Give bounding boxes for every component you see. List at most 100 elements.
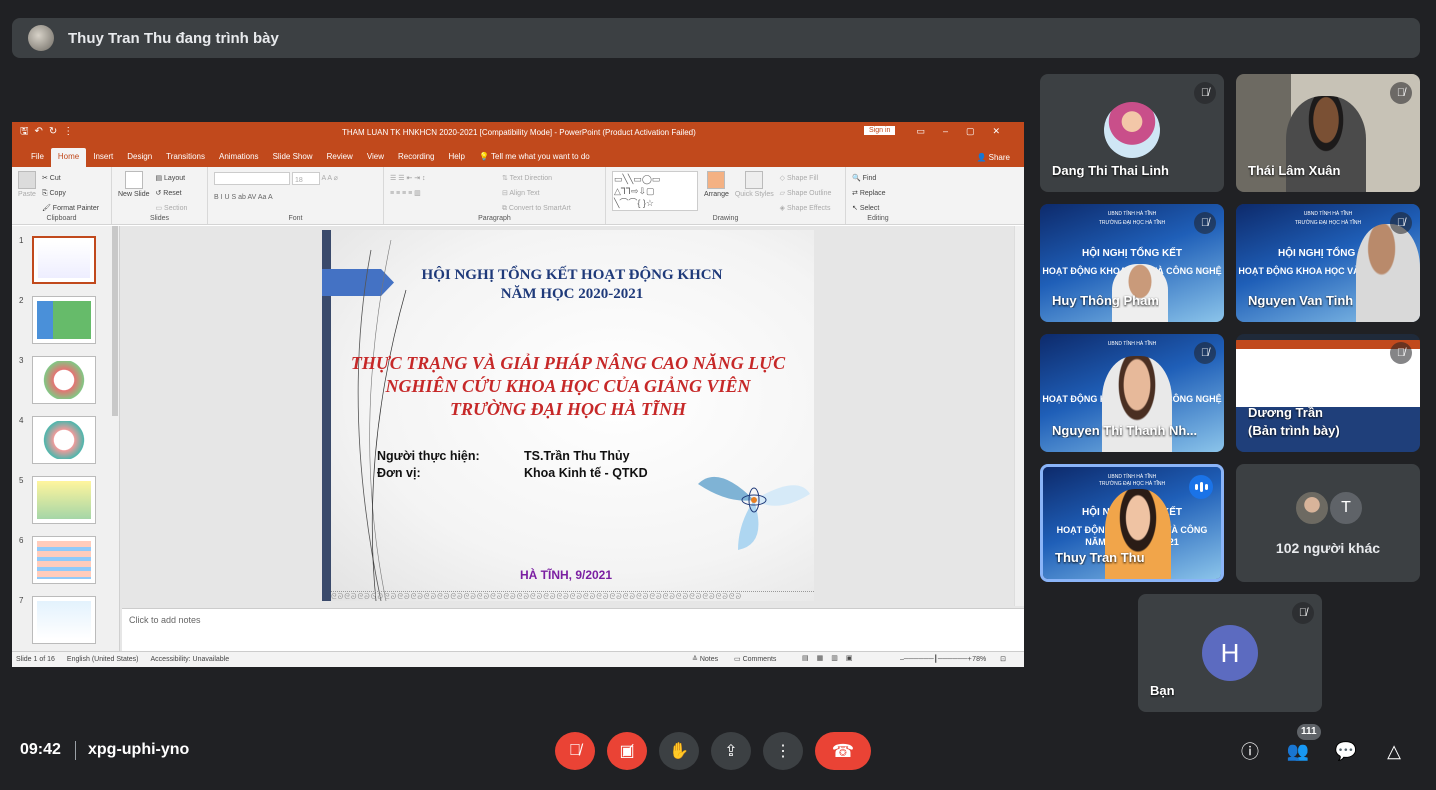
shape-effects-button[interactable]: ◈ Shape Effects (780, 201, 832, 216)
cut-label: Cut (49, 175, 61, 182)
slide-thumbnail[interactable] (32, 596, 96, 644)
sign-in-button[interactable]: Sign in (864, 126, 896, 135)
participant-tile[interactable]: 🎙̸ Dang Thi Thai Linh (1040, 74, 1224, 192)
shapes-gallery[interactable]: ▭╲╲▭◯▭ △⅂⅂⇨⇩▢ ╲⌒⌒{ }☆ (612, 171, 698, 211)
mic-off-icon: 🎙̸ (569, 742, 581, 759)
chat-button[interactable]: 💬 (1333, 738, 1359, 764)
thumb-number: 4 (19, 416, 24, 425)
font-format-buttons[interactable]: B I U S ab AV Aa A (214, 190, 377, 205)
slide-thumbnail[interactable] (32, 536, 96, 584)
accessibility-status[interactable]: Accessibility: Unavailable (151, 656, 230, 663)
notes-button[interactable]: ≙ Notes (692, 655, 730, 663)
section-button[interactable]: ▭ Section (155, 201, 187, 216)
quick-styles-button[interactable]: Quick Styles (735, 171, 774, 198)
copy-button[interactable]: ⎘ Copy (42, 186, 99, 201)
self-tile[interactable]: H 🎙̸ Bạn (1138, 594, 1322, 712)
arrange-button[interactable]: Arrange (704, 171, 729, 198)
tab-view[interactable]: View (360, 152, 391, 167)
ppt-ribbon-tabs: File Home Insert Design Transitions Anim… (12, 143, 1024, 167)
paste-button[interactable]: Paste (18, 171, 36, 198)
zoom-level[interactable]: 78% ⊡ (972, 655, 1006, 663)
shape-fill-button[interactable]: ◇ Shape Fill (780, 171, 832, 186)
drawing-group: ▭╲╲▭◯▭ △⅂⅂⇨⇩▢ ╲⌒⌒{ }☆ Arrange Quick Styles… (606, 167, 846, 224)
zoom-slider[interactable]: –──────┃──────+ (900, 655, 972, 663)
ppt-workspace: 1 2 3 4 5 6 7 HỘI NGHỊ TỔNG KẾT HOẠT ĐỘN… (12, 226, 1024, 651)
current-slide[interactable]: HỘI NGHỊ TỔNG KẾT HOẠT ĐỘNG KHCN NĂM HỌC… (322, 230, 814, 601)
slide-scrollbar[interactable] (1014, 226, 1024, 606)
convert-smartart-button[interactable]: ⧉ Convert to SmartArt (502, 201, 571, 216)
meeting-info-button[interactable]: ⓘ (1237, 738, 1263, 764)
participant-tile[interactable]: UBND TỈNH HÀ TĨNH HOẠT ĐỘNG KHOA HỌC VÀ … (1040, 334, 1224, 452)
comments-button[interactable]: ▭ Comments (734, 655, 788, 663)
tab-slide-show[interactable]: Slide Show (266, 152, 320, 167)
others-tile[interactable]: T 102 người khác (1236, 464, 1420, 582)
present-screen-button[interactable]: ⇪ (711, 732, 751, 770)
slide-thumbnail[interactable] (32, 296, 96, 344)
presenter-value: TS.Trần Thu Thủy (524, 449, 630, 463)
slide-title-line3: TRƯỜNG ĐẠI HỌC HÀ TĨNH (450, 399, 686, 419)
tab-recording[interactable]: Recording (391, 152, 441, 167)
tab-review[interactable]: Review (320, 152, 360, 167)
lightbulb-icon: 💡 (478, 152, 491, 161)
tab-design[interactable]: Design (120, 152, 159, 167)
font-size-box[interactable]: 18 (291, 171, 320, 185)
window-controls[interactable]: ▭–▢✕ (916, 126, 1018, 137)
participant-tile[interactable]: UBND TỈNH HÀ TĨNH TRƯỜNG ĐẠI HỌC HÀ TĨNH… (1040, 204, 1224, 322)
tab-help[interactable]: Help (442, 152, 472, 167)
participant-tile[interactable]: 🎙̸ Dương Trần (Bản trình bày) (1236, 334, 1420, 452)
shape-outline-button[interactable]: ▱ Shape Outline (780, 186, 832, 201)
tab-file[interactable]: File (24, 152, 51, 167)
text-direction-button[interactable]: ⇅ Text Direction (502, 171, 571, 186)
ppt-window-title: THAM LUAN TK HNKHCN 2020-2021 [Compatibi… (342, 128, 696, 137)
list-buttons[interactable]: ☰ ☰ ⇤ ⇥ ↕ (390, 171, 500, 186)
tab-insert[interactable]: Insert (86, 152, 120, 167)
slide-title-line1: THỰC TRẠNG VÀ GIẢI PHÁP NÂNG CAO NĂNG LỰ… (350, 353, 786, 373)
participant-tile-active-speaker[interactable]: UBND TỈNH HÀ TĨNH TRƯỜNG ĐẠI HỌC HÀ TĨNH… (1040, 464, 1224, 582)
bottom-separator (75, 741, 76, 760)
select-label: Select (859, 205, 880, 212)
thumbnails-scrollbar[interactable] (112, 226, 118, 416)
cut-button[interactable]: ✂ Cut (42, 171, 99, 186)
slide-thumbnail[interactable] (32, 416, 96, 464)
tab-transitions[interactable]: Transitions (159, 152, 212, 167)
end-call-button[interactable]: ☎ (815, 732, 871, 770)
paragraph-group-label: Paragraph (478, 215, 511, 222)
format-painter-button[interactable]: 🖌 Format Painter (42, 201, 99, 216)
notes-button-label: Notes (699, 656, 719, 663)
camera-toggle-button[interactable]: ▣̸ (607, 732, 647, 770)
participant-tile[interactable]: 🎙̸ Thái Lâm Xuân (1236, 74, 1420, 192)
find-button[interactable]: 🔍 Find (852, 171, 904, 186)
speaking-indicator-icon (1189, 475, 1213, 499)
mic-off-icon: 🎙̸ (1292, 602, 1314, 624)
reset-button[interactable]: ↺ Reset (155, 186, 187, 201)
font-name-box[interactable] (214, 171, 290, 185)
layout-label: Layout (164, 175, 186, 182)
slide-thumbnail[interactable] (32, 476, 96, 524)
participant-video (1356, 224, 1420, 322)
tab-home[interactable]: Home (50, 148, 87, 167)
view-buttons[interactable]: ▤▦▥▣ (802, 654, 860, 662)
people-button[interactable]: 👥 (1285, 738, 1311, 764)
others-count: 102 người khác (1275, 540, 1381, 556)
slide-thumbnail[interactable] (32, 356, 96, 404)
share-button[interactable]: 👤 Share (976, 153, 1010, 162)
align-buttons[interactable]: ≡ ≡ ≡ ≡ ▥ (390, 186, 500, 201)
replace-button[interactable]: ⇄ Replace (852, 186, 904, 201)
tell-me-search[interactable]: 💡 Tell me what you want to do (472, 152, 597, 167)
new-slide-button[interactable]: New Slide (118, 171, 150, 198)
mic-toggle-button[interactable]: 🎙̸ (555, 732, 595, 770)
tab-animations[interactable]: Animations (212, 152, 266, 167)
select-button[interactable]: ↖ Select (852, 201, 904, 216)
align-text-button[interactable]: ⊟ Align Text (502, 186, 571, 201)
layout-button[interactable]: ▤ Layout (155, 171, 187, 186)
ppt-status-bar: Slide 1 of 16 English (United States) Ac… (12, 651, 1024, 667)
mic-off-icon: 🎙̸ (1390, 342, 1412, 364)
slide-thumbnail[interactable] (32, 236, 96, 284)
notes-pane[interactable]: Click to add notes (122, 608, 1024, 651)
thumb-number: 5 (19, 476, 24, 485)
more-options-button[interactable]: ⋮ (763, 732, 803, 770)
participant-tile[interactable]: UBND TỈNH HÀ TĨNH TRƯỜNG ĐẠI HỌC HÀ TĨNH… (1236, 204, 1420, 322)
language-status[interactable]: English (United States) (67, 656, 139, 663)
raise-hand-button[interactable]: ✋ (659, 732, 699, 770)
activities-button[interactable]: △ (1381, 738, 1407, 764)
